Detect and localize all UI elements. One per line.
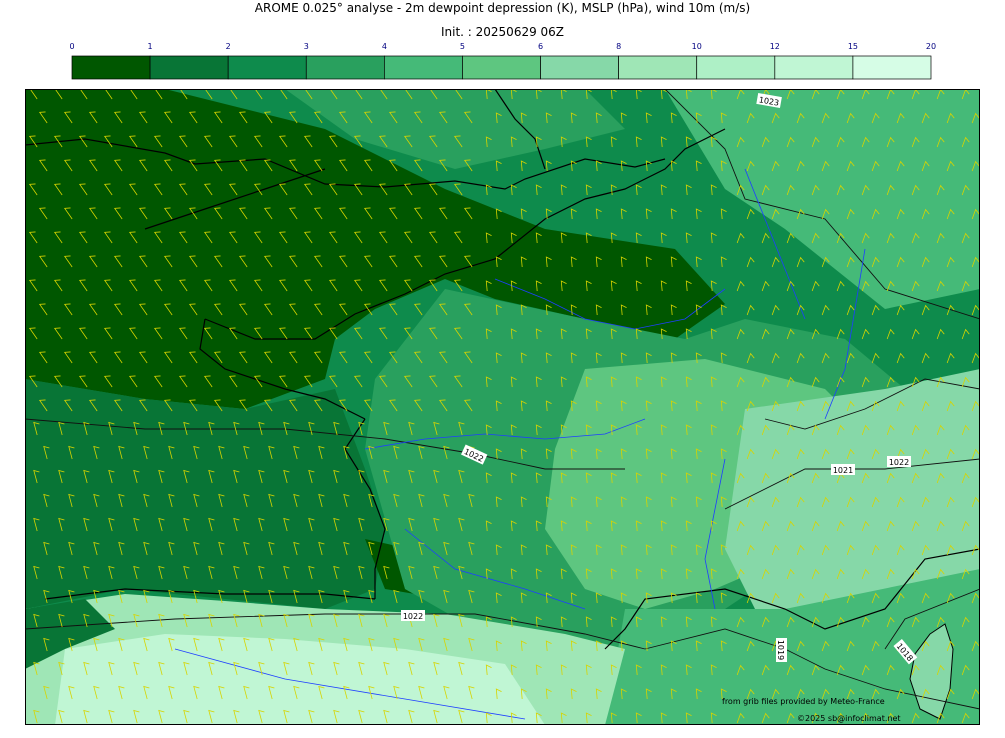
colorbar-segment xyxy=(305,55,385,80)
colorbar-tick-label: 3 xyxy=(304,42,309,51)
data-source-credit: from grib files provided by Meteo-France xyxy=(722,697,885,706)
colorbar-tick-label: 5 xyxy=(460,42,465,51)
weather-map: 1023 1022 1022 1021 1022 1019 1018 xyxy=(25,89,980,725)
colorbar-segment xyxy=(227,55,307,80)
isobar-label: 1022 xyxy=(403,612,423,621)
colorbar-tick-label: 15 xyxy=(848,42,858,51)
colorbar-segment xyxy=(618,55,698,80)
colorbar-segment xyxy=(540,55,619,80)
colorbar-tick-label: 20 xyxy=(926,42,936,51)
dark-sea-south xyxy=(25,379,385,609)
colorbar-segment xyxy=(462,55,541,80)
colorbar: 0 1 2 3 4 5 6 8 10 12 15 20 xyxy=(69,42,936,80)
colorbar-segment xyxy=(71,55,151,80)
isobar-label: 1022 xyxy=(889,458,909,467)
colorbar-tick-label: 4 xyxy=(382,42,387,51)
copyright: ©2025 sb@infoclimat.net xyxy=(797,714,901,723)
colorbar-segment xyxy=(696,55,776,80)
colorbar-tick-label: 2 xyxy=(226,42,231,51)
colorbar-segment xyxy=(774,55,854,80)
colorbar-tick-label: 8 xyxy=(616,42,621,51)
colorbar-segment xyxy=(149,55,229,80)
isobar-label: 1021 xyxy=(833,466,853,475)
init-time: Init. : 20250629 06Z xyxy=(440,25,565,39)
colorbar-tick-label: 10 xyxy=(692,42,702,51)
chart-title: AROME 0.025° analyse - 2m dewpoint depre… xyxy=(254,1,751,15)
colorbar-segment xyxy=(852,55,932,80)
colorbar-tick-label: 0 xyxy=(69,42,74,51)
colorbar-segment xyxy=(384,55,463,80)
colorbar-tick-label: 1 xyxy=(148,42,153,51)
colorbar-tick-label: 6 xyxy=(538,42,543,51)
isobar-label: 1019 xyxy=(776,640,785,660)
colorbar-tick-label: 12 xyxy=(770,42,780,51)
